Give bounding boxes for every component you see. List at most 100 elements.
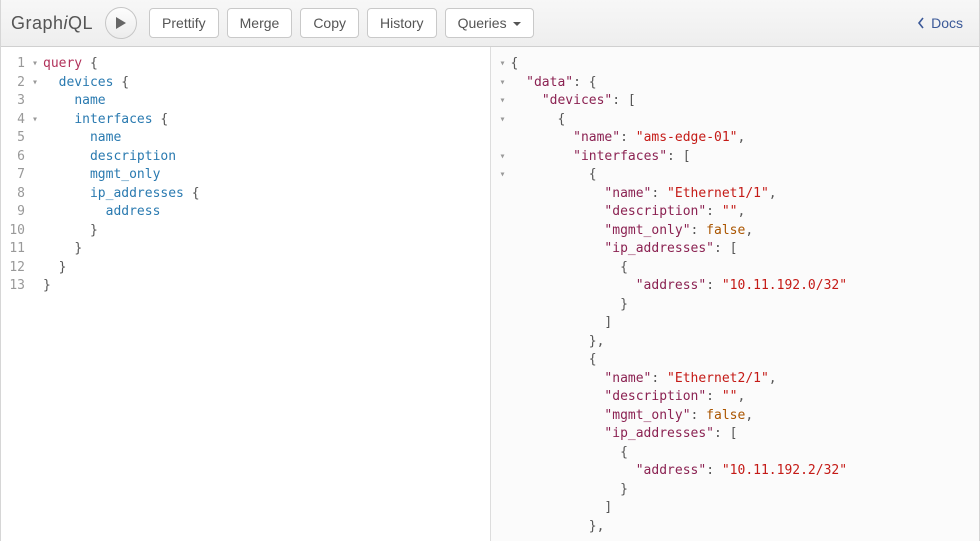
- code-content: },: [509, 518, 605, 537]
- code-line: "address": "10.11.192.2/32": [497, 462, 980, 481]
- copy-button[interactable]: Copy: [300, 8, 359, 38]
- code-line: ▾ "devices": [: [497, 92, 980, 111]
- fold-gutter: [29, 203, 41, 222]
- docs-button[interactable]: Docs: [911, 15, 969, 31]
- code-content: ip_addresses {: [41, 185, 200, 204]
- fold-gutter: [29, 148, 41, 167]
- code-line: ▾ {: [497, 166, 980, 185]
- code-line: "name": "Ethernet2/1",: [497, 370, 980, 389]
- result-viewer[interactable]: ▾{▾ "data": {▾ "devices": [▾ { "name": "…: [491, 47, 980, 541]
- fold-gutter: [497, 499, 509, 518]
- fold-gutter: [497, 222, 509, 241]
- toolbar: GraphiQL Prettify Merge Copy History Que…: [1, 0, 979, 47]
- code-line: 10 }: [7, 222, 490, 241]
- fold-toggle-icon[interactable]: ▾: [497, 92, 509, 111]
- code-content: "devices": [: [509, 92, 636, 111]
- line-number: 9: [7, 203, 29, 222]
- code-line: "address": "10.11.192.0/32": [497, 277, 980, 296]
- code-line: 2▾ devices {: [7, 74, 490, 93]
- code-content: }: [41, 222, 98, 241]
- code-content: "description": "",: [509, 203, 746, 222]
- code-line: "ip_addresses": [: [497, 425, 980, 444]
- fold-gutter: [497, 333, 509, 352]
- code-line: 6 description: [7, 148, 490, 167]
- code-line: 4▾ interfaces {: [7, 111, 490, 130]
- fold-gutter: [497, 444, 509, 463]
- caret-down-icon: [513, 22, 521, 26]
- code-line: }: [497, 481, 980, 500]
- code-content: {: [509, 166, 597, 185]
- execute-button[interactable]: [105, 7, 137, 39]
- code-content: "ip_addresses": [: [509, 240, 738, 259]
- code-content: mgmt_only: [41, 166, 160, 185]
- code-content: "data": {: [509, 74, 597, 93]
- code-line: "name": "Ethernet1/1",: [497, 185, 980, 204]
- code-content: {: [509, 444, 628, 463]
- code-line: },: [497, 333, 980, 352]
- code-line: },: [497, 518, 980, 537]
- code-content: },: [509, 333, 605, 352]
- fold-gutter: [497, 370, 509, 389]
- code-content: query {: [41, 55, 98, 74]
- code-content: "address": "10.11.192.0/32": [509, 277, 848, 296]
- fold-gutter: [497, 314, 509, 333]
- code-content: ]: [509, 499, 613, 518]
- fold-gutter: [29, 166, 41, 185]
- app-logo: GraphiQL: [11, 13, 93, 34]
- fold-gutter: [497, 296, 509, 315]
- fold-toggle-icon[interactable]: ▾: [29, 74, 41, 93]
- fold-gutter: [497, 518, 509, 537]
- code-content: }: [509, 481, 628, 500]
- code-line: {: [497, 259, 980, 278]
- code-content: {: [509, 111, 566, 130]
- code-line: "description": "",: [497, 203, 980, 222]
- fold-toggle-icon[interactable]: ▾: [497, 74, 509, 93]
- code-content: }: [41, 240, 82, 259]
- fold-gutter: [29, 277, 41, 296]
- code-content: {: [509, 351, 597, 370]
- editor-body: 1▾query {2▾ devices {3 name4▾ interfaces…: [1, 47, 979, 541]
- code-content: }: [41, 277, 51, 296]
- fold-gutter: [497, 388, 509, 407]
- code-line: ]: [497, 499, 980, 518]
- fold-gutter: [497, 203, 509, 222]
- code-content: description: [41, 148, 176, 167]
- code-content: name: [41, 92, 106, 111]
- code-line: 9 address: [7, 203, 490, 222]
- fold-gutter: [497, 185, 509, 204]
- code-line: "description": "",: [497, 388, 980, 407]
- line-number: 3: [7, 92, 29, 111]
- prettify-button[interactable]: Prettify: [149, 8, 219, 38]
- fold-gutter: [497, 259, 509, 278]
- code-content: devices {: [41, 74, 129, 93]
- history-button[interactable]: History: [367, 8, 437, 38]
- code-line: ▾ "data": {: [497, 74, 980, 93]
- fold-gutter: [497, 425, 509, 444]
- fold-toggle-icon[interactable]: ▾: [497, 111, 509, 130]
- chevron-left-icon: [917, 17, 925, 29]
- code-content: {: [509, 55, 519, 74]
- code-line: "ip_addresses": [: [497, 240, 980, 259]
- code-content: "mgmt_only": false,: [509, 222, 754, 241]
- code-line: ▾ "interfaces": [: [497, 148, 980, 167]
- code-content: "mgmt_only": false,: [509, 407, 754, 426]
- fold-gutter: [497, 481, 509, 500]
- fold-toggle-icon[interactable]: ▾: [29, 111, 41, 130]
- fold-toggle-icon[interactable]: ▾: [497, 148, 509, 167]
- code-content: "name": "ams-edge-01",: [509, 129, 746, 148]
- fold-gutter: [29, 185, 41, 204]
- code-content: "description": "",: [509, 388, 746, 407]
- fold-gutter: [29, 129, 41, 148]
- code-line: 1▾query {: [7, 55, 490, 74]
- query-editor[interactable]: 1▾query {2▾ devices {3 name4▾ interfaces…: [1, 47, 491, 541]
- code-line: 12 }: [7, 259, 490, 278]
- code-content: }: [41, 259, 66, 278]
- code-line: 7 mgmt_only: [7, 166, 490, 185]
- fold-toggle-icon[interactable]: ▾: [29, 55, 41, 74]
- queries-dropdown[interactable]: Queries: [445, 8, 534, 38]
- merge-button[interactable]: Merge: [227, 8, 293, 38]
- fold-toggle-icon[interactable]: ▾: [497, 166, 509, 185]
- code-line: "mgmt_only": false,: [497, 407, 980, 426]
- fold-toggle-icon[interactable]: ▾: [497, 55, 509, 74]
- fold-gutter: [497, 462, 509, 481]
